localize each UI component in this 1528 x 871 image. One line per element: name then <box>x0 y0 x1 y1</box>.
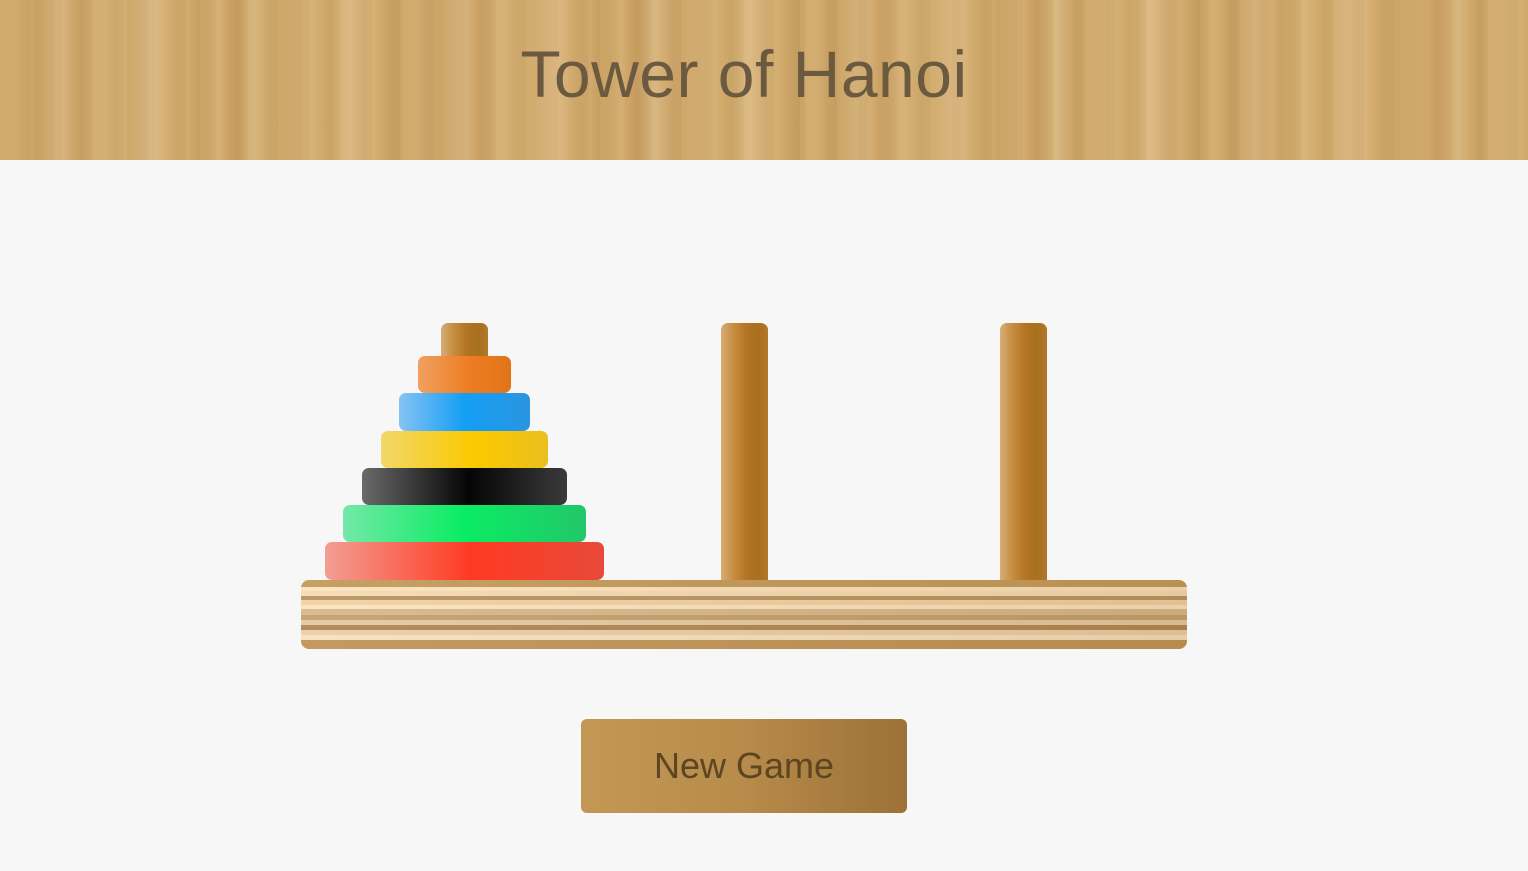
disk-black[interactable] <box>362 468 567 505</box>
peg-base <box>301 580 1187 649</box>
peg-right[interactable] <box>1000 323 1047 580</box>
disk-yellow[interactable] <box>381 431 548 468</box>
disk-green[interactable] <box>343 505 586 542</box>
disk-blue[interactable] <box>399 393 530 431</box>
disk-red[interactable] <box>325 542 604 580</box>
disk-orange[interactable] <box>418 356 511 393</box>
new-game-button[interactable]: New Game <box>581 719 907 813</box>
page-title: Tower of Hanoi <box>520 37 968 111</box>
peg-middle[interactable] <box>721 323 768 580</box>
